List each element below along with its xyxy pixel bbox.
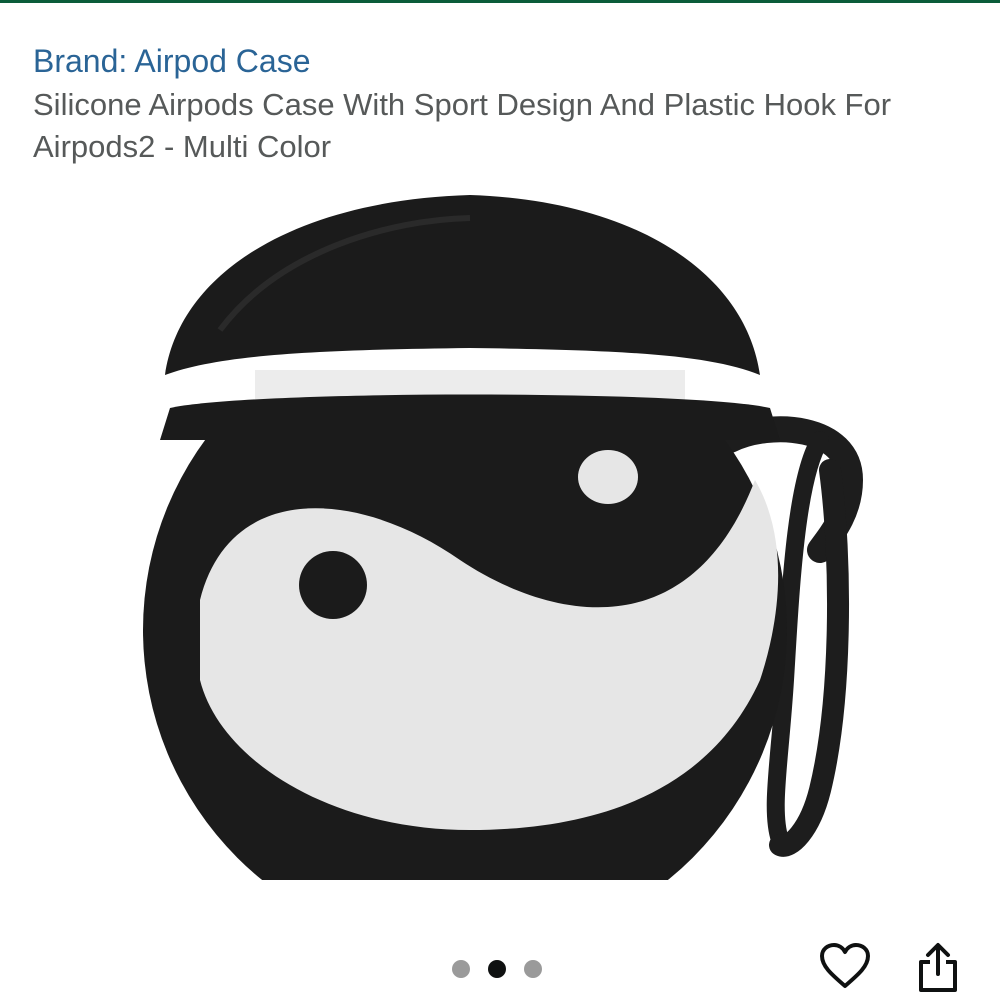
- carousel-dot-1[interactable]: [452, 960, 470, 978]
- carousel-dot-3[interactable]: [524, 960, 542, 978]
- heart-icon: [820, 943, 870, 988]
- top-accent-bar: [0, 0, 1000, 3]
- image-carousel-dots: [452, 958, 542, 980]
- yin-yang-airpods-case-image: [130, 180, 870, 952]
- product-detail-page: Brand: Airpod Case Silicone Airpods Case…: [0, 0, 1000, 1000]
- share-button[interactable]: [910, 940, 966, 996]
- brand-link[interactable]: Brand: Airpod Case: [33, 42, 311, 80]
- like-button[interactable]: [817, 938, 873, 994]
- product-image[interactable]: [130, 180, 870, 952]
- product-title: Silicone Airpods Case With Sport Design …: [33, 87, 892, 164]
- carousel-dot-2[interactable]: [488, 960, 506, 978]
- share-icon: [919, 943, 957, 992]
